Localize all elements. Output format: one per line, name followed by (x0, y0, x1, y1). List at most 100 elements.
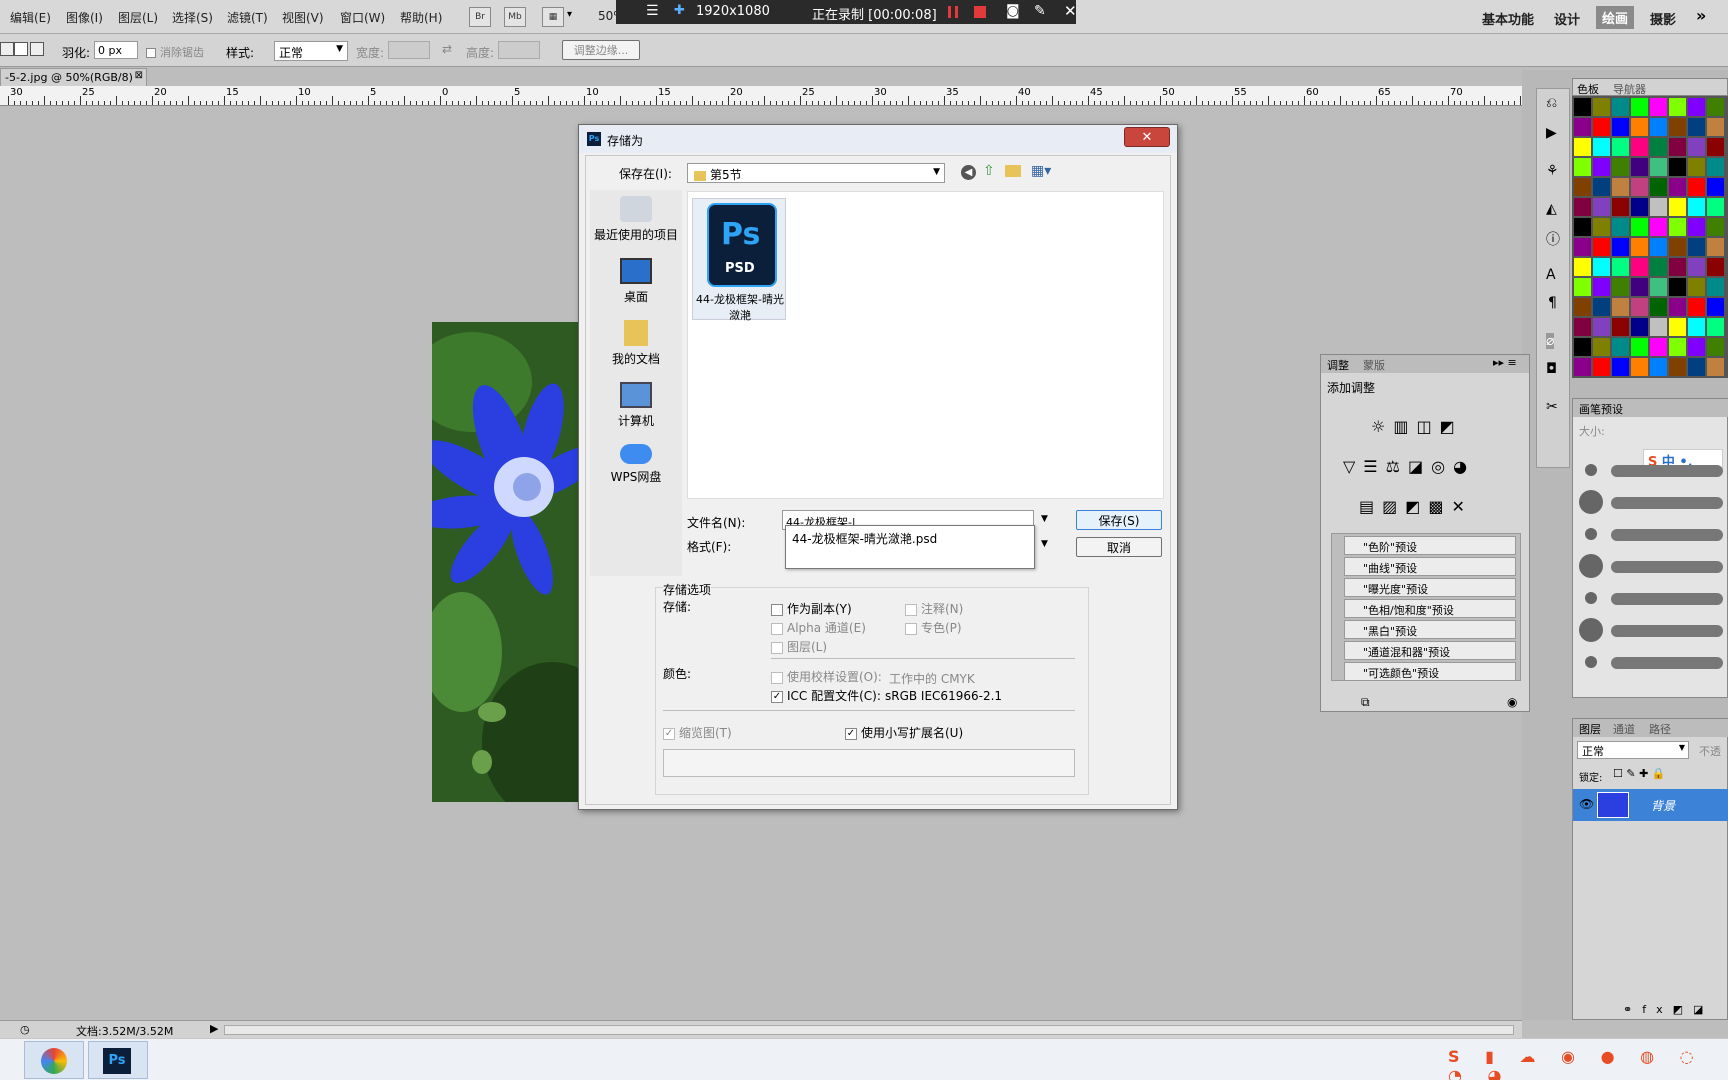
brush-icon[interactable]: ⌀ (1546, 333, 1555, 349)
swatch[interactable] (1574, 178, 1591, 196)
hamburger-icon[interactable]: ☰ (646, 3, 659, 19)
more-workspaces-icon[interactable]: » (1696, 6, 1706, 25)
height-input[interactable] (498, 41, 540, 59)
menu-help[interactable]: 帮助(H) (400, 9, 442, 26)
swatch[interactable] (1612, 238, 1629, 256)
swatch[interactable] (1631, 138, 1648, 156)
swatch[interactable] (1688, 178, 1705, 196)
filename-autocomplete[interactable]: 44-龙极框架-晴光潋滟.psd (785, 525, 1035, 569)
tab-channels[interactable]: 通道 (1613, 721, 1635, 737)
menu-filter[interactable]: 滤镜(T) (227, 9, 268, 26)
close-icon[interactable]: ✕ (1064, 2, 1077, 20)
swatch[interactable] (1574, 358, 1591, 376)
swatch[interactable] (1688, 318, 1705, 336)
history-icon[interactable]: ⎌ (1546, 95, 1557, 111)
preset-hue-saturation[interactable]: "色相/饱和度"预设 (1344, 599, 1516, 618)
width-input[interactable] (388, 41, 430, 59)
refine-edge-button[interactable]: 调整边缘... (562, 40, 640, 60)
swatch[interactable] (1707, 258, 1724, 276)
tab-brush-presets[interactable]: 画笔预设 (1579, 401, 1623, 417)
notes-checkbox[interactable]: 注释(N) (905, 600, 963, 617)
swatch[interactable] (1612, 258, 1629, 276)
swatch[interactable] (1593, 238, 1610, 256)
pen-icon[interactable]: ✎ (1034, 3, 1046, 19)
horizontal-scrollbar[interactable] (224, 1025, 1514, 1035)
histogram-icon[interactable]: ◭ (1546, 201, 1557, 217)
swatch[interactable] (1650, 338, 1667, 356)
swatch[interactable] (1688, 298, 1705, 316)
swatch[interactable] (1612, 298, 1629, 316)
swatch[interactable] (1612, 178, 1629, 196)
swatch[interactable] (1593, 138, 1610, 156)
swatch[interactable] (1707, 318, 1724, 336)
swatch[interactable] (1631, 158, 1648, 176)
tool-presets-icon[interactable]: ✂ (1546, 399, 1558, 415)
close-icon[interactable]: ⊠ (135, 70, 143, 81)
swatch[interactable] (1688, 238, 1705, 256)
swatch[interactable] (1707, 338, 1724, 356)
swatch[interactable] (1669, 338, 1686, 356)
brush-preset[interactable] (1577, 615, 1725, 645)
swatch[interactable] (1593, 178, 1610, 196)
close-button[interactable]: ✕ (1124, 127, 1170, 147)
swatch[interactable] (1612, 318, 1629, 336)
layer-actions[interactable]: ⚭fx◩◪ (1623, 1003, 1713, 1016)
brush-preset[interactable] (1577, 487, 1725, 517)
swatch[interactable] (1631, 278, 1648, 296)
blend-mode-select[interactable]: 正常 ▼ (1577, 741, 1689, 759)
swatch[interactable] (1669, 298, 1686, 316)
chevron-down-icon[interactable]: ▼ (1041, 539, 1048, 549)
swatch[interactable] (1593, 218, 1610, 236)
swatch[interactable] (1688, 218, 1705, 236)
swatch[interactable] (1669, 238, 1686, 256)
swatch[interactable] (1688, 278, 1705, 296)
view-menu-icon[interactable]: ▦▾ (1031, 163, 1051, 179)
swatch[interactable] (1707, 98, 1724, 116)
clone-source-icon[interactable]: ⚘ (1546, 163, 1559, 179)
swatch[interactable] (1574, 338, 1591, 356)
tab-adjustments[interactable]: 调整 (1327, 357, 1349, 373)
info-icon[interactable]: ⓘ (1546, 229, 1560, 249)
panel-menu-icon[interactable]: ▸▸ ≡ (1493, 356, 1517, 369)
swatch[interactable] (1593, 358, 1610, 376)
preset-channel-mixer[interactable]: "通道混和器"预设 (1344, 641, 1516, 660)
menu-window[interactable]: 窗口(W) (340, 9, 385, 26)
swatch[interactable] (1650, 278, 1667, 296)
swatch[interactable] (1669, 138, 1686, 156)
tab-navigator[interactable]: 导航器 (1613, 81, 1646, 97)
file-list[interactable]: Ps PSD 44-龙极框架-晴光潋滟 (687, 191, 1164, 499)
pause-icon[interactable] (948, 6, 958, 18)
file-item[interactable]: Ps PSD 44-龙极框架-晴光潋滟 (692, 198, 786, 322)
swatch[interactable] (1612, 118, 1629, 136)
swatch[interactable] (1631, 318, 1648, 336)
actions-icon[interactable]: ▶ (1546, 125, 1557, 141)
swatch[interactable] (1688, 198, 1705, 216)
swatch[interactable] (1650, 158, 1667, 176)
swatch[interactable] (1707, 138, 1724, 156)
view-extras-button[interactable]: ▦ (542, 7, 564, 27)
swatch[interactable] (1574, 158, 1591, 176)
dialog-titlebar[interactable]: Ps 存储为 ✕ (579, 125, 1177, 153)
swatch[interactable] (1707, 118, 1724, 136)
swatch[interactable] (1707, 178, 1724, 196)
swatch[interactable] (1593, 158, 1610, 176)
swatch[interactable] (1593, 98, 1610, 116)
swatch[interactable] (1593, 258, 1610, 276)
autocomplete-item[interactable]: 44-龙极框架-晴光潋滟.psd (792, 532, 937, 546)
swatch[interactable] (1612, 98, 1629, 116)
swatch[interactable] (1612, 278, 1629, 296)
swatch[interactable] (1574, 318, 1591, 336)
brush-preset[interactable] (1577, 519, 1725, 549)
swatch[interactable] (1688, 338, 1705, 356)
swatch[interactable] (1688, 98, 1705, 116)
swatch[interactable] (1593, 338, 1610, 356)
workspace-painting[interactable]: 绘画 (1596, 6, 1635, 29)
save-in-select[interactable]: 第5节 ▼ (687, 163, 945, 183)
chevron-down-icon[interactable]: ▼ (1041, 514, 1048, 524)
visibility-icon[interactable]: ◉ (1507, 695, 1517, 709)
swatch[interactable] (1650, 318, 1667, 336)
swatch[interactable] (1631, 358, 1648, 376)
swatch[interactable] (1650, 218, 1667, 236)
layer-row-background[interactable]: 👁 背景 (1573, 789, 1728, 821)
swatch[interactable] (1669, 358, 1686, 376)
